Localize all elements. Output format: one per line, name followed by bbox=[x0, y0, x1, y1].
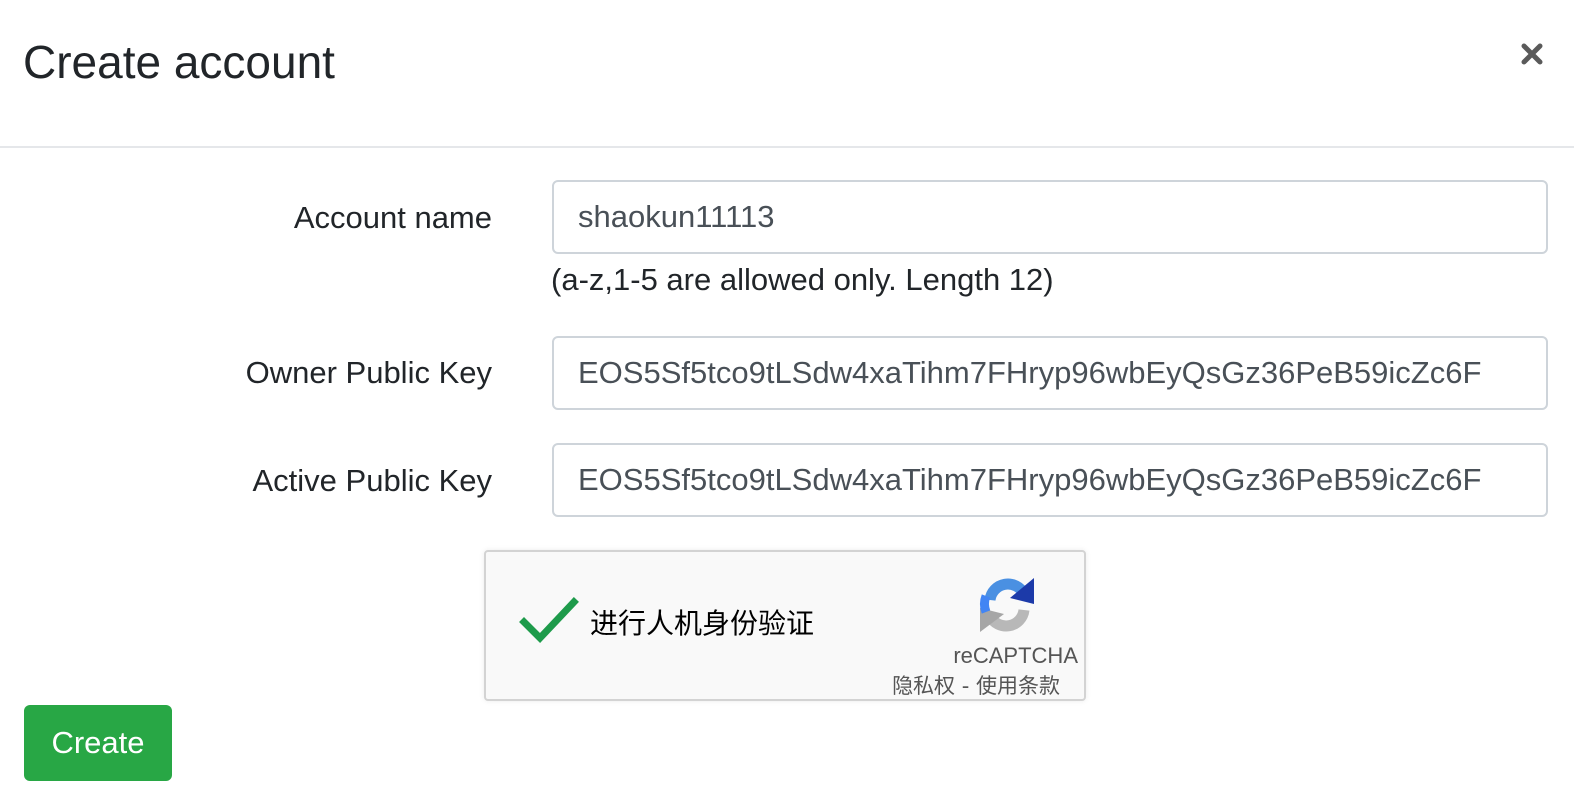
modal-header: Create account bbox=[0, 0, 1574, 148]
recaptcha-links: 隐私权 - 使用条款 bbox=[892, 672, 1060, 700]
close-button[interactable] bbox=[1510, 32, 1554, 76]
terms-link[interactable]: 使用条款 bbox=[976, 674, 1060, 698]
privacy-link[interactable]: 隐私权 bbox=[892, 674, 955, 698]
active-public-key-input[interactable] bbox=[552, 443, 1548, 517]
recaptcha-label: 进行人机身份验证 bbox=[590, 607, 815, 640]
recaptcha-logo-icon bbox=[980, 578, 1034, 632]
owner-public-key-label: Owner Public Key bbox=[245, 355, 492, 390]
recaptcha-widget: 进行人机身份验证 reCAPTCHA 隐私权 - 使用条款 bbox=[484, 550, 1086, 701]
recaptcha-brand: reCAPTCHA bbox=[953, 643, 1078, 668]
close-icon bbox=[1521, 43, 1543, 65]
owner-public-key-input[interactable] bbox=[552, 336, 1548, 410]
modal-title: Create account bbox=[23, 36, 335, 88]
account-name-help-text: (a-z,1-5 are allowed only. Length 12) bbox=[551, 262, 1054, 297]
links-separator: - bbox=[955, 674, 976, 698]
checkmark-icon[interactable] bbox=[518, 596, 580, 646]
account-name-label: Account name bbox=[293, 200, 492, 235]
create-button[interactable]: Create bbox=[24, 705, 172, 781]
account-name-input[interactable] bbox=[552, 180, 1548, 254]
active-public-key-label: Active Public Key bbox=[252, 463, 493, 498]
